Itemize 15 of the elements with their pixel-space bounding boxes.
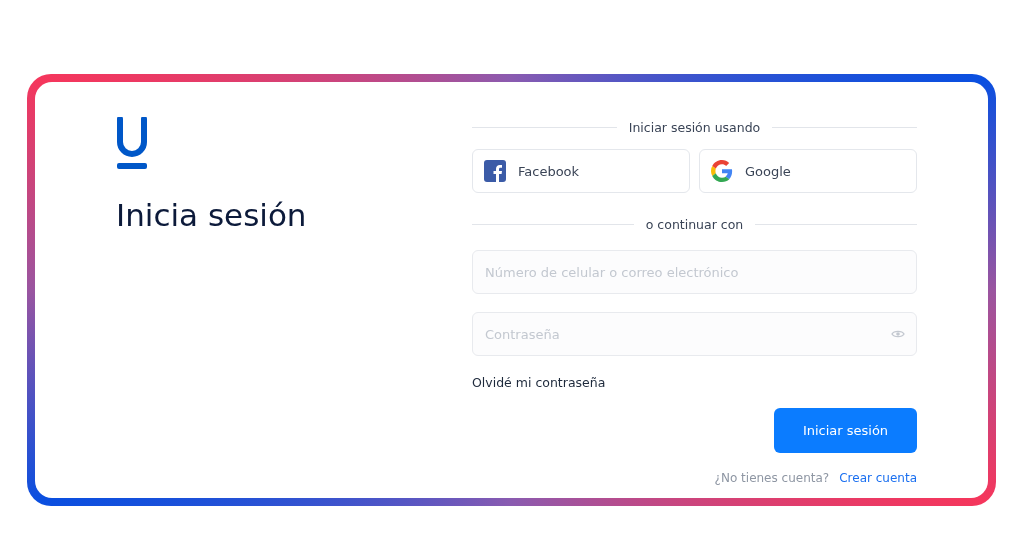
section-label: o continuar con (645, 217, 744, 232)
signup-link[interactable]: Crear cuenta (839, 471, 917, 485)
logo-icon (116, 117, 148, 171)
forgot-password-link[interactable]: Olvidé mi contraseña (472, 375, 606, 390)
login-button[interactable]: Iniciar sesión (774, 408, 917, 453)
password-field[interactable]: Contraseña (472, 312, 917, 356)
google-icon (711, 160, 733, 182)
input-field[interactable]: Número de celular o correo electrónico (472, 250, 917, 294)
facebook-icon (484, 160, 506, 182)
eye-icon[interactable] (891, 329, 905, 339)
facebook-button[interactable]: Facebook (472, 149, 690, 193)
section-label: Iniciar sesión usando (628, 120, 761, 135)
google-button[interactable]: Google (699, 149, 917, 193)
page-title: Inicia sesión (116, 197, 307, 233)
signup-prompt: ¿No tienes cuenta? (714, 471, 830, 485)
